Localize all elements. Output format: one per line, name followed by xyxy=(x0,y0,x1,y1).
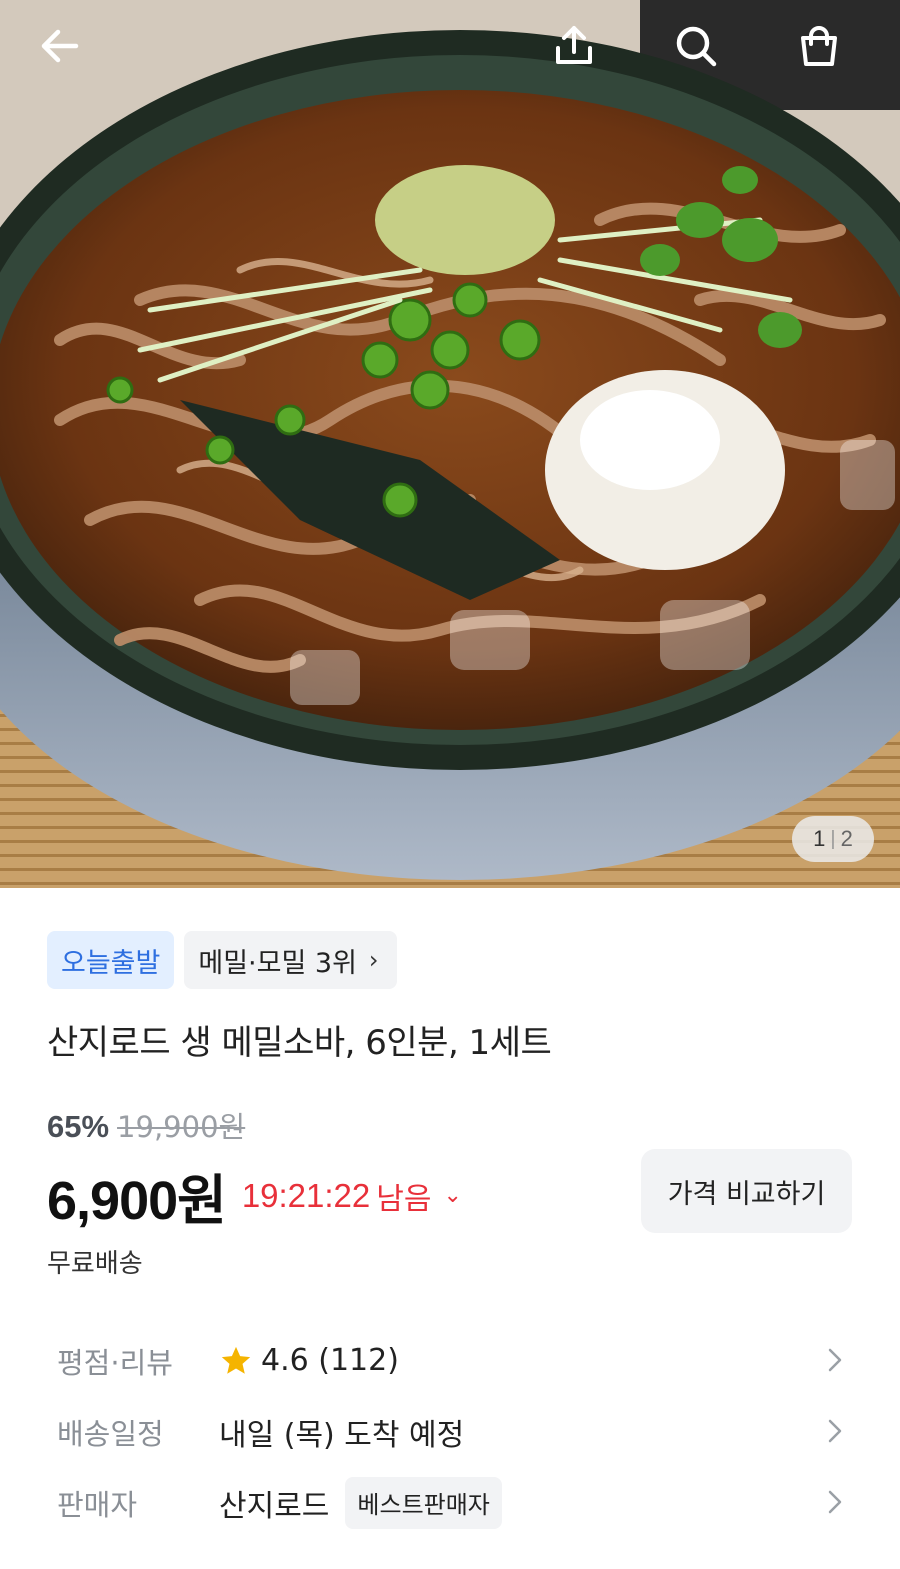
price-row: 6,900원 19:21:22 남음 ⌄ xyxy=(47,1156,462,1235)
seller-name: 산지로드 xyxy=(219,1488,330,1524)
shopping-bag-icon xyxy=(801,26,837,66)
delivery-schedule-row[interactable]: 배송일정 내일 (목) 도착 예정 xyxy=(57,1396,857,1467)
category-rank-badge[interactable]: 메밀·모밀 3위 › xyxy=(184,931,397,989)
share-icon xyxy=(556,26,592,64)
product-info: 오늘출발 메밀·모밀 3위 › 산지로드 생 메밀소바, 6인분, 1세트 65… xyxy=(0,888,900,1569)
rating-review-row[interactable]: 평점·리뷰 4.6 (112) xyxy=(57,1325,857,1396)
search-button[interactable] xyxy=(672,22,732,82)
search-icon xyxy=(676,26,717,67)
pager-total: 2 xyxy=(840,826,853,851)
back-arrow-icon xyxy=(41,29,79,63)
discount-rate: 65% xyxy=(47,1109,110,1144)
product-title: 산지로드 생 메밀소바, 6인분, 1세트 xyxy=(47,1023,552,1063)
sale-price: 6,900원 xyxy=(47,1171,227,1231)
chevron-right-icon xyxy=(828,1490,842,1514)
cart-button[interactable] xyxy=(795,22,855,82)
delivery-value: 내일 (목) 도착 예정 xyxy=(219,1417,465,1453)
image-pager: 1 | 2 xyxy=(792,816,874,862)
rating-label: 평점·리뷰 xyxy=(57,1345,173,1380)
chevron-right-icon xyxy=(828,1419,842,1443)
today-shipping-badge: 오늘출발 xyxy=(47,931,175,989)
deal-timer[interactable]: 19:21:22 남음 ⌄ xyxy=(242,1174,462,1218)
seller-value-group: 산지로드 베스트판매자 xyxy=(219,1476,502,1529)
rating-value: 4.6 (112) xyxy=(261,1343,399,1378)
badge-row: 오늘출발 메밀·모밀 3위 › xyxy=(47,931,397,989)
star-icon xyxy=(221,1346,251,1374)
pager-separator: | xyxy=(830,827,836,850)
rating-value-group: 4.6 (112) xyxy=(219,1343,399,1378)
chevron-right-icon: › xyxy=(368,946,379,974)
timer-countdown: 19:21:22 xyxy=(241,1176,371,1214)
price-compare-button[interactable]: 가격 비교하기 xyxy=(641,1149,852,1233)
chevron-right-icon xyxy=(828,1348,842,1372)
top-bar xyxy=(0,0,900,110)
share-button[interactable] xyxy=(550,22,610,82)
back-button[interactable] xyxy=(36,22,96,82)
product-image[interactable]: 1 | 2 xyxy=(0,0,900,888)
soba-bowl-photo xyxy=(0,0,900,888)
detail-rows: 평점·리뷰 4.6 (112) 배송일정 내일 (목) 도착 예정 판매자 산지… xyxy=(57,1325,857,1538)
timer-suffix: 남음 xyxy=(376,1181,432,1217)
category-rank-label: 메밀·모밀 3위 xyxy=(198,947,357,979)
chevron-down-icon: ⌄ xyxy=(443,1183,462,1208)
shipping-info: 무료배송 xyxy=(47,1249,143,1279)
seller-label: 판매자 xyxy=(57,1487,138,1522)
seller-row[interactable]: 판매자 산지로드 베스트판매자 xyxy=(57,1467,857,1538)
best-seller-badge: 베스트판매자 xyxy=(345,1476,502,1529)
original-price: 19,900원 xyxy=(117,1110,246,1144)
pager-current: 1 xyxy=(813,826,826,851)
delivery-label: 배송일정 xyxy=(57,1416,164,1451)
discount-row: 65% 19,900원 xyxy=(47,1104,245,1146)
